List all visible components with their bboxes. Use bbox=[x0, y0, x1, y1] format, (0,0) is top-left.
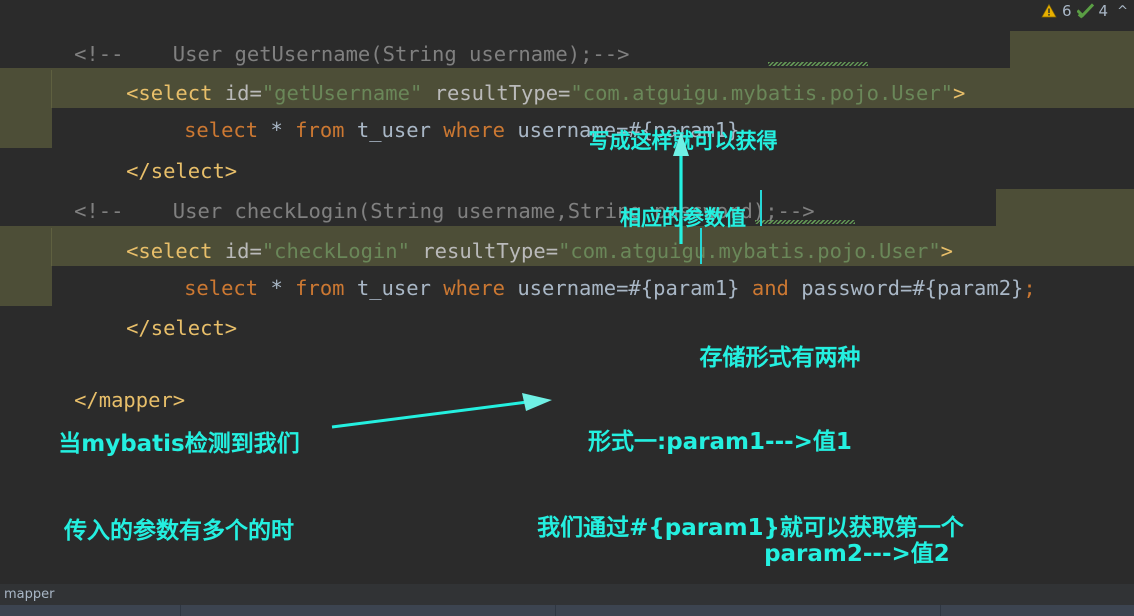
code-line-comment-getusername[interactable]: <!-- User getUsername(String username);-… bbox=[0, 0, 1134, 66]
annotation-left: 当mybatis检测到我们 传入的参数有多个的时 候，它就会把这些数据 存放到m… bbox=[14, 372, 344, 583]
ok-count: 4 bbox=[1098, 2, 1109, 20]
chevron-up-icon[interactable]: ^ bbox=[1117, 4, 1128, 19]
checkmark-icon bbox=[1075, 3, 1094, 19]
status-bar bbox=[0, 605, 1134, 616]
ide-screenshot: <!-- User getUsername(String username);-… bbox=[0, 0, 1134, 616]
annotation-left-line2: 传入的参数有多个的时 bbox=[64, 517, 294, 544]
annotation-form1-a: param1--->值1 bbox=[666, 429, 852, 456]
annotation-storage-title: 存储形式有两种 bbox=[699, 345, 861, 372]
annotation-bottom: 我们通过#{param1}就可以获取第一个 参数的值，就类似于map集合中想要 … bbox=[478, 455, 1023, 583]
code-editor[interactable]: <!-- User getUsername(String username);-… bbox=[0, 0, 1134, 583]
annotation-form1-label: 形式一: bbox=[588, 429, 667, 456]
status-bar-segment-2 bbox=[181, 605, 556, 616]
code-line-select-open-getusername[interactable]: <select id="getUsername" resultType="com… bbox=[0, 33, 1134, 105]
status-bar-segment-3 bbox=[556, 605, 941, 616]
breadcrumb[interactable]: mapper bbox=[0, 583, 1134, 605]
code-token-select-close-2: </select> bbox=[126, 316, 238, 340]
status-bar-segment-1 bbox=[0, 605, 181, 616]
inspection-widget[interactable]: 6 4 ^ bbox=[1041, 2, 1128, 20]
arrow-up-icon bbox=[673, 132, 689, 244]
annotation-bottom-line1: 我们通过#{param1}就可以获取第一个 bbox=[537, 514, 964, 541]
inspection-squiggle-1 bbox=[768, 62, 868, 66]
annotation-left-line1: 当mybatis检测到我们 bbox=[58, 430, 300, 457]
warning-count: 6 bbox=[1062, 2, 1072, 20]
status-bar-segment-4 bbox=[941, 605, 1134, 616]
breadcrumb-path[interactable]: mapper bbox=[4, 587, 54, 602]
warning-triangle-icon bbox=[1041, 3, 1057, 19]
arrow-right-icon bbox=[331, 393, 552, 429]
